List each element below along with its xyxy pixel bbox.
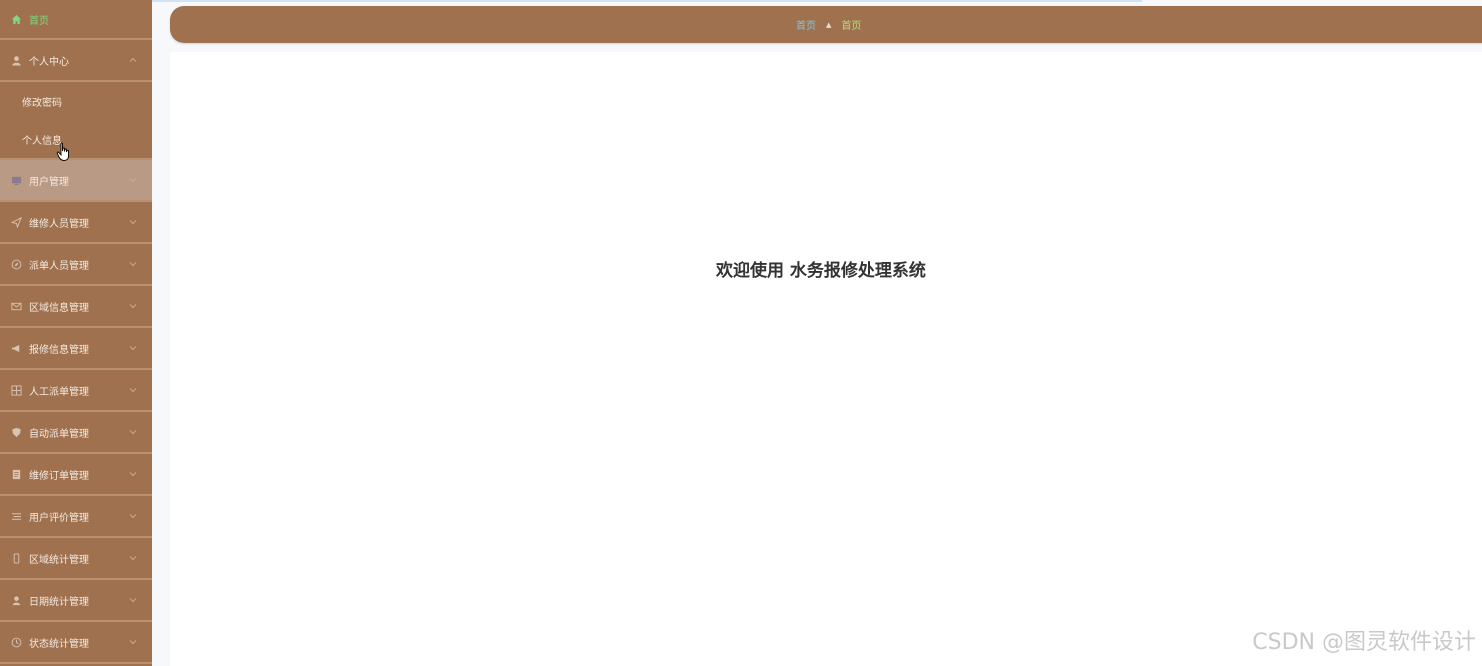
phone-icon bbox=[10, 552, 22, 564]
compass-icon bbox=[10, 258, 22, 270]
megaphone-icon bbox=[10, 342, 22, 354]
chevron-down-icon bbox=[128, 301, 138, 311]
person-icon bbox=[10, 594, 22, 606]
chevron-down-icon bbox=[128, 217, 138, 227]
chevron-down-icon bbox=[128, 553, 138, 563]
submenu-item-label: 修改密码 bbox=[22, 97, 62, 109]
sidebar-item-dispatcher-management[interactable]: 派单人员管理 bbox=[0, 244, 152, 286]
sidebar-item-label: 个人中心 bbox=[29, 56, 69, 68]
grid-icon bbox=[10, 384, 22, 396]
mail-icon bbox=[10, 300, 22, 312]
hand-cursor-icon bbox=[56, 142, 72, 162]
sidebar-item-repair-info-management[interactable]: 报修信息管理 bbox=[0, 328, 152, 370]
chevron-down-icon bbox=[128, 259, 138, 269]
chevron-down-icon bbox=[128, 595, 138, 605]
home-icon bbox=[10, 13, 22, 25]
sidebar-item-label: 人工派单管理 bbox=[29, 386, 89, 398]
list-icon bbox=[10, 510, 22, 522]
shield-icon bbox=[10, 426, 22, 438]
sidebar-item-label: 首页 bbox=[29, 15, 49, 27]
sidebar-item-repairman-management[interactable]: 维修人员管理 bbox=[0, 202, 152, 244]
watermark: CSDN @图灵软件设计 bbox=[1252, 630, 1476, 655]
main-content bbox=[170, 52, 1482, 666]
breadcrumb-home-link[interactable]: 首页 bbox=[796, 17, 816, 32]
sidebar-item-date-stats[interactable]: 日期统计管理 bbox=[0, 580, 152, 622]
document-icon bbox=[10, 468, 22, 480]
sidebar-item-manual-dispatch[interactable]: 人工派单管理 bbox=[0, 370, 152, 412]
sidebar-item-label: 报修信息管理 bbox=[29, 344, 89, 356]
chevron-up-icon bbox=[128, 55, 138, 65]
welcome-title: 欢迎使用 水务报修处理系统 bbox=[716, 261, 926, 281]
clock-icon bbox=[10, 636, 22, 648]
sidebar-item-label: 状态统计管理 bbox=[29, 638, 89, 650]
sidebar-item-label: 区域信息管理 bbox=[29, 302, 89, 314]
chevron-down-icon bbox=[128, 469, 138, 479]
sidebar-item-region-management[interactable]: 区域信息管理 bbox=[0, 286, 152, 328]
send-icon bbox=[10, 216, 22, 228]
submenu-personal: 修改密码 个人信息 bbox=[0, 82, 152, 160]
chevron-down-icon bbox=[128, 385, 138, 395]
sidebar-item-label: 维修人员管理 bbox=[29, 218, 89, 230]
chevron-down-icon bbox=[128, 427, 138, 437]
sidebar: 首页 个人中心 修改密码 个人信息 用户管理 维修人员管理 派单人员管理 区域信… bbox=[0, 0, 152, 666]
chevron-down-icon bbox=[128, 343, 138, 353]
sidebar-item-label: 自动派单管理 bbox=[29, 428, 89, 440]
sidebar-item-repair-order[interactable]: 维修订单管理 bbox=[0, 454, 152, 496]
sidebar-item-status-stats[interactable]: 状态统计管理 bbox=[0, 622, 152, 664]
sidebar-item-label: 维修订单管理 bbox=[29, 470, 89, 482]
sidebar-item-region-stats[interactable]: 区域统计管理 bbox=[0, 538, 152, 580]
chevron-down-icon bbox=[128, 175, 138, 185]
submenu-item-personal-info[interactable]: 个人信息 bbox=[0, 120, 152, 158]
chevron-down-icon bbox=[128, 637, 138, 647]
sidebar-item-user-management[interactable]: 用户管理 bbox=[0, 160, 152, 202]
breadcrumb: 首页 ▲ 首页 bbox=[796, 6, 861, 43]
user-icon bbox=[10, 54, 22, 66]
monitor-icon bbox=[10, 174, 22, 186]
sidebar-item-home[interactable]: 首页 bbox=[0, 0, 152, 40]
sidebar-item-user-review[interactable]: 用户评价管理 bbox=[0, 496, 152, 538]
sidebar-item-label: 日期统计管理 bbox=[29, 596, 89, 608]
breadcrumb-separator-icon: ▲ bbox=[826, 20, 832, 29]
sidebar-item-label: 用户管理 bbox=[29, 176, 69, 188]
submenu-item-change-password[interactable]: 修改密码 bbox=[0, 82, 152, 120]
top-accent-line bbox=[152, 0, 1142, 2]
sidebar-item-label: 区域统计管理 bbox=[29, 554, 89, 566]
sidebar-item-label: 用户评价管理 bbox=[29, 512, 89, 524]
chevron-down-icon bbox=[128, 511, 138, 521]
sidebar-item-label: 派单人员管理 bbox=[29, 260, 89, 272]
breadcrumb-current: 首页 bbox=[841, 21, 862, 32]
sidebar-item-auto-dispatch[interactable]: 自动派单管理 bbox=[0, 412, 152, 454]
sidebar-item-personal[interactable]: 个人中心 bbox=[0, 40, 152, 82]
